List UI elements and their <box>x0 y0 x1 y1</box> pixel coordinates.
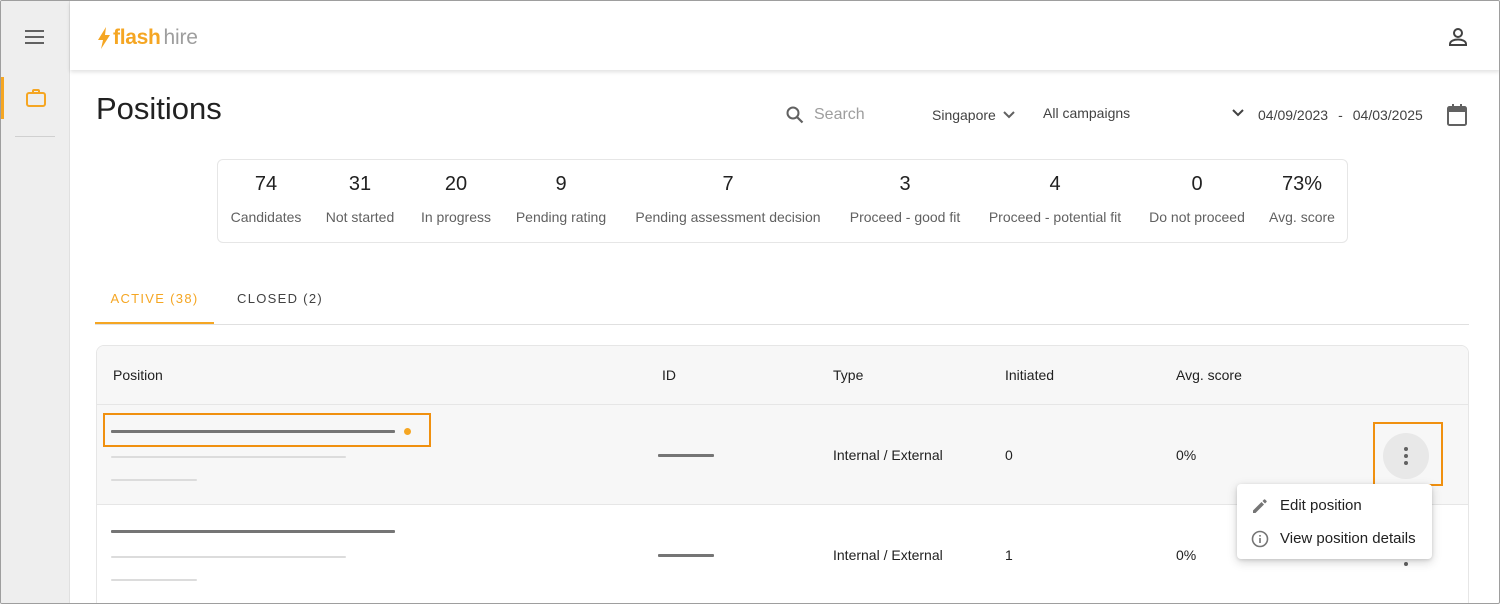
table-header: Position ID Type Initiated Avg. score <box>97 346 1468 405</box>
stat-value: 7 <box>722 173 734 195</box>
tab-closed[interactable]: CLOSED (2) <box>225 279 335 324</box>
menu-item-edit-position[interactable]: Edit position <box>1237 489 1432 522</box>
stat-proceed-good-fit: 3 Proceed - good fit <box>840 160 970 244</box>
menu-item-view-position-details[interactable]: View position details <box>1237 522 1432 555</box>
stat-proceed-potential-fit: 4 Proceed - potential fit <box>980 160 1130 244</box>
app-window: flash hire Positions Singapore All campa… <box>0 0 1500 604</box>
position-subtitle-placeholder <box>111 456 346 458</box>
stat-label: Pending assessment decision <box>635 209 821 225</box>
stat-value: 20 <box>444 173 468 195</box>
position-id-placeholder <box>658 554 714 557</box>
stat-label: Do not proceed <box>1149 209 1245 225</box>
menu-item-label: View position details <box>1280 530 1416 547</box>
chevron-down-icon <box>1232 109 1244 117</box>
stats-summary: 74 Candidates 31 Not started 20 In progr… <box>217 159 1348 243</box>
position-name-placeholder[interactable] <box>111 530 395 533</box>
stat-do-not-proceed: 0 Do not proceed <box>1140 160 1254 244</box>
column-header-initiated[interactable]: Initiated <box>1005 367 1054 383</box>
column-header-avg-score[interactable]: Avg. score <box>1176 367 1242 383</box>
sidebar-item-positions[interactable] <box>1 77 70 119</box>
stat-label: In progress <box>420 209 492 225</box>
page-title: Positions <box>96 91 222 126</box>
highlight-box <box>103 413 431 447</box>
cell-avg-score: 0% <box>1176 447 1197 463</box>
position-id-placeholder <box>658 454 714 457</box>
hamburger-menu-icon[interactable] <box>23 27 47 47</box>
column-header-id[interactable]: ID <box>662 367 676 383</box>
date-separator: - <box>1338 107 1343 123</box>
cell-type: Internal / External <box>833 547 943 563</box>
campaign-select-value: All campaigns <box>1043 105 1131 121</box>
stat-value: 9 <box>555 173 567 195</box>
cell-initiated: 0 <box>1005 447 1013 463</box>
country-select-value: Singapore <box>932 107 996 123</box>
flashhire-logo: flash hire <box>97 25 198 51</box>
calendar-icon[interactable] <box>1445 102 1469 128</box>
position-meta-placeholder <box>111 579 197 581</box>
sidebar-divider <box>15 136 55 137</box>
stat-pending-assessment: 7 Pending assessment decision <box>626 160 830 244</box>
status-tabs: ACTIVE (38) CLOSED (2) <box>95 279 1469 325</box>
date-from[interactable]: 04/09/2023 <box>1258 107 1328 123</box>
stat-label: Pending rating <box>515 209 607 225</box>
chevron-down-icon <box>1003 111 1015 119</box>
person-icon[interactable] <box>1446 25 1470 49</box>
date-range[interactable]: 04/09/2023 - 04/03/2025 <box>1258 105 1423 125</box>
logo-brand: flash <box>113 26 161 49</box>
column-header-type[interactable]: Type <box>833 367 863 383</box>
stat-label: Avg. score <box>1269 209 1335 225</box>
row-actions-menu: Edit position View position details <box>1237 484 1432 559</box>
stat-value: 31 <box>348 173 372 195</box>
stat-pending-rating: 9 Pending rating <box>506 160 616 244</box>
positions-table: Position ID Type Initiated Avg. score In… <box>96 345 1469 603</box>
menu-item-label: Edit position <box>1280 497 1362 514</box>
position-subtitle-placeholder <box>111 556 346 558</box>
stat-avg-score: 73% Avg. score <box>1258 160 1346 244</box>
country-select[interactable]: Singapore <box>932 105 1016 125</box>
stat-value: 0 <box>1191 173 1203 195</box>
info-icon <box>1251 530 1269 548</box>
sidebar <box>1 1 70 603</box>
stat-candidates: 74 Candidates <box>218 160 314 244</box>
search-box[interactable] <box>786 104 896 126</box>
position-meta-placeholder <box>111 479 197 481</box>
bolt-icon <box>98 27 110 49</box>
cell-type: Internal / External <box>833 447 943 463</box>
stat-not-started: 31 Not started <box>314 160 406 244</box>
cell-initiated: 1 <box>1005 547 1013 563</box>
stat-in-progress: 20 In progress <box>406 160 506 244</box>
stat-value: 73% <box>1281 173 1323 195</box>
logo-suffix: hire <box>163 26 198 49</box>
pencil-icon <box>1253 499 1267 513</box>
date-to[interactable]: 04/03/2025 <box>1353 107 1423 123</box>
campaign-select[interactable]: All campaigns <box>1043 105 1245 125</box>
more-vert-icon[interactable] <box>1383 433 1429 479</box>
top-header: flash hire <box>70 1 1499 70</box>
briefcase-icon <box>26 89 46 107</box>
cell-avg-score: 0% <box>1176 547 1197 563</box>
search-input[interactable] <box>814 104 894 126</box>
stat-value: 4 <box>1049 173 1061 195</box>
stat-label: Candidates <box>230 209 302 225</box>
search-icon <box>786 106 804 124</box>
column-header-position[interactable]: Position <box>113 367 163 383</box>
active-indicator <box>1 77 4 119</box>
stat-label: Proceed - potential fit <box>988 209 1122 225</box>
stat-value: 3 <box>899 173 911 195</box>
tab-active[interactable]: ACTIVE (38) <box>95 279 214 324</box>
stat-label: Not started <box>325 209 395 225</box>
stat-value: 74 <box>254 173 278 195</box>
stat-label: Proceed - good fit <box>849 209 961 225</box>
